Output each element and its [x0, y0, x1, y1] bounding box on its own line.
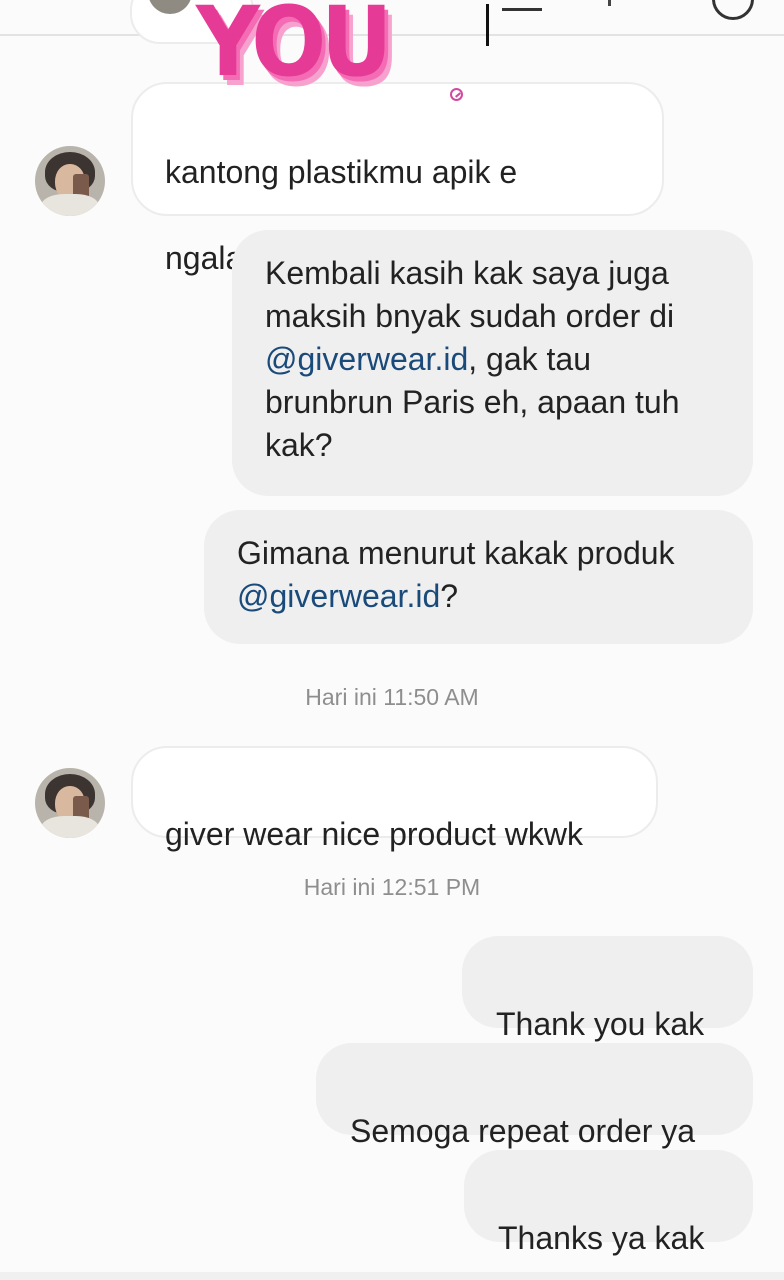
- message-bubble-outgoing[interactable]: Semoga repeat order ya: [316, 1043, 753, 1149]
- timestamp: Hari ini 12:51 PM: [303, 874, 481, 900]
- message-bubble-outgoing[interactable]: Thanks ya kak: [464, 1150, 753, 1256]
- message-bubble-incoming[interactable]: kantong plastikmu apik e ngalah2i brunbr…: [131, 82, 664, 276]
- sticker-badge-icon: [450, 88, 463, 101]
- message-bubble-outgoing[interactable]: Gimana menurut kakak produk @giverwear.i…: [204, 510, 753, 644]
- toolbar-tick-icon: [608, 0, 611, 6]
- message-text: Thank you kak: [496, 1006, 705, 1042]
- message-text: kantong plastikmu apik e: [165, 154, 518, 190]
- bottom-edge: [0, 1272, 784, 1280]
- message-text: Kembali kasih kak saya juga maksih bnyak…: [265, 255, 675, 334]
- top-divider: [0, 0, 784, 36]
- sender-avatar[interactable]: [35, 146, 105, 216]
- text-cursor: [486, 4, 489, 46]
- message-bubble-outgoing[interactable]: Kembali kasih kak saya juga maksih bnyak…: [232, 230, 753, 496]
- timestamp: Hari ini 11:50 AM: [305, 684, 479, 710]
- message-bubble-outgoing[interactable]: Thank you kak: [462, 936, 753, 1042]
- message-bubble-incoming[interactable]: giver wear nice product wkwk: [131, 746, 658, 852]
- mention-link[interactable]: @giverwear.id: [265, 341, 468, 377]
- sender-avatar[interactable]: [35, 768, 105, 838]
- previous-message-bubble: [130, 0, 254, 44]
- message-text: Semoga repeat order ya: [350, 1113, 696, 1149]
- message-text: giver wear nice product wkwk: [165, 816, 583, 852]
- toolbar-dash-icon: [502, 0, 542, 11]
- mention-link[interactable]: @giverwear.id: [237, 578, 440, 614]
- message-text: Thanks ya kak: [498, 1220, 705, 1256]
- message-text: Gimana menurut kakak produk: [237, 535, 675, 571]
- message-text: ?: [440, 578, 459, 614]
